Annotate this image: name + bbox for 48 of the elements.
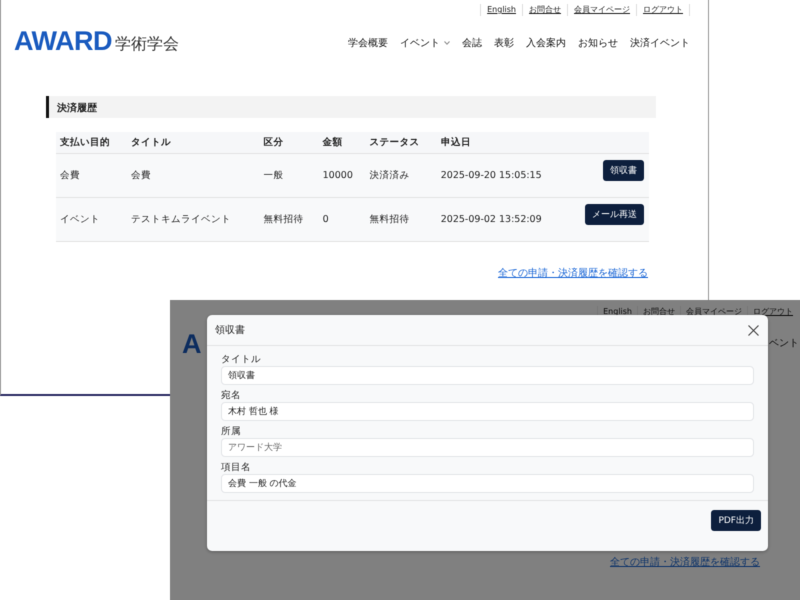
table-cell: 10000 <box>318 154 366 198</box>
table-cell: 2025-09-02 13:52:09 <box>436 198 570 242</box>
field-label: 項目名 <box>221 461 252 474</box>
close-icon[interactable] <box>748 324 759 336</box>
table-cell: 決済済み <box>366 154 437 198</box>
table-cell: 会費 <box>56 154 128 198</box>
logo-name: 学術学会 <box>115 34 179 54</box>
column-header: 金額 <box>318 132 366 154</box>
nav-item[interactable]: 会誌 <box>462 36 482 50</box>
section-title: 決済履歴 <box>46 96 656 118</box>
row-action-button[interactable]: メール再送 <box>585 204 644 225</box>
nav-item[interactable]: イベント <box>400 36 450 50</box>
field-label: タイトル <box>221 353 262 366</box>
table-cell: 無料招待 <box>366 198 437 242</box>
input-field[interactable]: 会費 一般 の代金 <box>221 474 754 493</box>
logo-mark: A <box>182 331 202 357</box>
table-cell: 会費 <box>127 154 260 198</box>
table-cell: 一般 <box>260 154 319 198</box>
column-header: 申込日 <box>436 132 570 154</box>
header-link[interactable]: 会員マイページ <box>567 4 636 16</box>
table-cell: 2025-09-20 15:05:15 <box>436 154 570 198</box>
column-header: 区分 <box>260 132 319 154</box>
row-action-button[interactable]: 領収書 <box>603 160 644 181</box>
nav-item[interactable]: 決済イベント <box>630 36 690 50</box>
dialog-title: 領収書 <box>215 324 245 337</box>
logo-mark: AWARD <box>14 28 112 54</box>
header-link[interactable]: ログアウト <box>636 4 690 16</box>
input-field[interactable]: 木村 哲也 様 <box>221 402 754 421</box>
field-label: 所属 <box>221 425 242 438</box>
nav-item[interactable]: お知らせ <box>578 36 618 50</box>
nav-item[interactable]: ベント <box>769 336 799 350</box>
table-cell: 無料招待 <box>260 198 319 242</box>
history-link[interactable]: 全ての申請・決済履歴を確認する <box>498 266 648 280</box>
input-field[interactable]: アワード大学 <box>221 438 754 457</box>
table-cell: テストキムライベント <box>127 198 260 242</box>
nav-item[interactable]: 表彰 <box>494 36 514 50</box>
table-cell: 0 <box>318 198 366 242</box>
nav-item[interactable]: 学会概要 <box>348 36 388 50</box>
column-header: ステータス <box>366 132 437 154</box>
nav-item[interactable]: 入会案内 <box>526 36 566 50</box>
field-label: 宛名 <box>221 389 242 402</box>
column-header: タイトル <box>127 132 260 154</box>
pdf-button[interactable]: PDF出力 <box>711 510 761 531</box>
table-cell: イベント <box>56 198 128 242</box>
column-header: 支払い目的 <box>56 132 128 154</box>
header-link[interactable]: お問合せ <box>522 4 567 16</box>
header-link[interactable]: English <box>480 4 522 16</box>
input-field[interactable]: 領収書 <box>221 366 754 385</box>
